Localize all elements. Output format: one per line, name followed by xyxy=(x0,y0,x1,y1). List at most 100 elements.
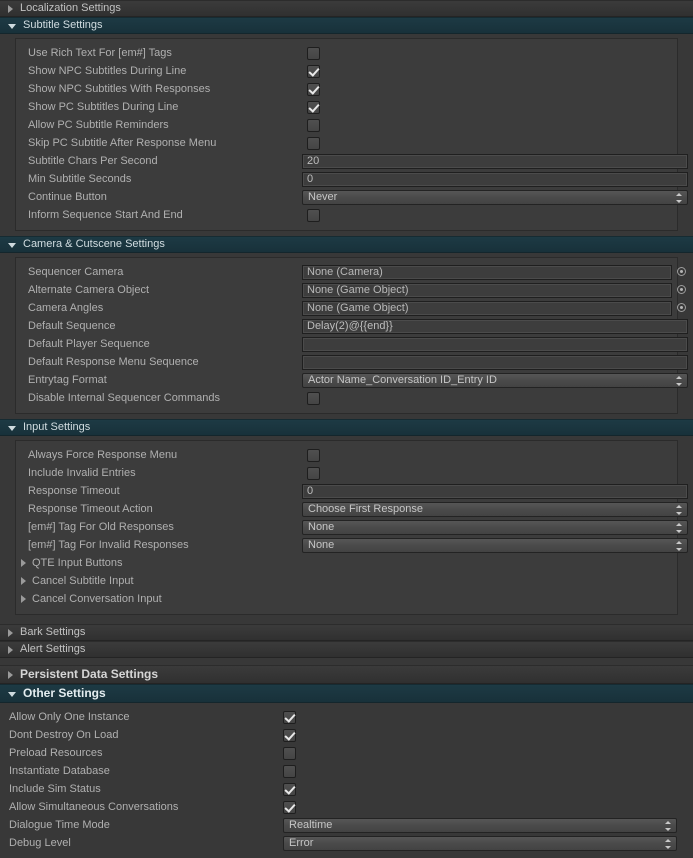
field-label: Include Invalid Entries xyxy=(28,467,136,479)
checkbox[interactable] xyxy=(307,46,320,60)
field-row: QTE Input Buttons xyxy=(16,554,677,572)
section-header-persistent[interactable]: Persistent Data Settings xyxy=(0,665,693,684)
checkbox[interactable] xyxy=(307,64,320,78)
checkbox[interactable] xyxy=(283,746,296,760)
field-label: Response Timeout Action xyxy=(28,503,153,515)
object-picker-icon[interactable] xyxy=(676,266,689,279)
chevron-down-icon xyxy=(8,243,16,248)
field-label: Inform Sequence Start And End xyxy=(28,209,183,221)
field-label: Min Subtitle Seconds xyxy=(28,173,132,185)
field-label: Use Rich Text For [em#] Tags xyxy=(28,47,172,59)
field-label: [em#] Tag For Invalid Responses xyxy=(28,539,189,551)
field-row: Default Sequence Delay(2)@{{end}} xyxy=(16,317,688,335)
dropdown[interactable]: Realtime xyxy=(283,817,677,833)
section-title: Alert Settings xyxy=(20,643,86,655)
section-body-subtitle: Use Rich Text For [em#] Tags Show NPC Sub… xyxy=(15,38,688,231)
field-label: Preload Resources xyxy=(9,747,103,759)
checkbox[interactable] xyxy=(307,118,320,132)
foldout-label: QTE Input Buttons xyxy=(32,557,123,569)
section-header-alert[interactable]: Alert Settings xyxy=(0,641,693,658)
checkbox[interactable] xyxy=(307,82,320,96)
field-label: Instantiate Database xyxy=(9,765,110,777)
dropdown[interactable]: None xyxy=(302,537,688,553)
dropdown[interactable]: Actor Name_Conversation ID_Entry ID xyxy=(302,372,688,388)
inspector-panel: Localization Settings Subtitle Settings Us… xyxy=(0,0,693,858)
section-header-other[interactable]: Other Settings xyxy=(0,684,693,703)
section-header-subtitle[interactable]: Subtitle Settings xyxy=(0,17,693,34)
dropdown[interactable]: None xyxy=(302,519,688,535)
dropdown[interactable]: Choose First Response xyxy=(302,501,688,517)
checkbox[interactable] xyxy=(283,782,296,796)
checkbox[interactable] xyxy=(307,100,320,114)
checkbox[interactable] xyxy=(283,710,296,724)
field-row: Inform Sequence Start And End xyxy=(16,206,677,224)
checkbox[interactable] xyxy=(283,800,296,814)
field-row: Show NPC Subtitles During Line xyxy=(16,62,677,80)
checkbox[interactable] xyxy=(307,208,320,222)
checkbox[interactable] xyxy=(307,466,320,480)
field-row: Dialogue Time Mode Realtime xyxy=(0,816,693,834)
updown-arrows-icon xyxy=(675,375,682,386)
chevron-right-icon xyxy=(21,559,26,567)
text-input[interactable]: Delay(2)@{{end}} xyxy=(302,318,688,334)
section-title: Camera & Cutscene Settings xyxy=(23,238,165,250)
field-label: Skip PC Subtitle After Response Menu xyxy=(28,137,217,149)
foldout-cancel-subtitle-input[interactable]: Cancel Subtitle Input xyxy=(16,575,134,587)
chevron-right-icon xyxy=(8,628,13,637)
chevron-right-icon xyxy=(21,595,26,603)
section-header-bark[interactable]: Bark Settings xyxy=(0,624,693,641)
object-field[interactable]: None (Camera) xyxy=(302,264,672,280)
field-row: Disable Internal Sequencer Commands xyxy=(16,389,677,407)
object-field[interactable]: None (Game Object) xyxy=(302,300,672,316)
field-label: Entrytag Format xyxy=(28,374,107,386)
text-input[interactable]: 0 xyxy=(302,171,688,187)
chevron-down-icon xyxy=(8,692,16,697)
dropdown-value: Error xyxy=(289,836,314,849)
field-row: Entrytag Format Actor Name_Conversation I… xyxy=(16,371,688,389)
field-label: Sequencer Camera xyxy=(28,266,124,278)
field-label: Default Response Menu Sequence xyxy=(28,356,199,368)
field-row: Dont Destroy On Load xyxy=(0,726,693,744)
checkbox[interactable] xyxy=(307,136,320,150)
section-header-localization[interactable]: Localization Settings xyxy=(0,0,693,17)
field-label: Debug Level xyxy=(9,837,71,849)
field-row: Alternate Camera Object None (Game Object… xyxy=(16,281,686,299)
field-label: Dialogue Time Mode xyxy=(9,819,110,831)
section-header-input[interactable]: Input Settings xyxy=(0,419,693,436)
field-row: Cancel Conversation Input xyxy=(16,590,677,608)
field-row: Include Sim Status xyxy=(0,780,693,798)
checkbox[interactable] xyxy=(283,728,296,742)
field-row: Always Force Response Menu xyxy=(16,446,677,464)
checkbox[interactable] xyxy=(307,391,320,405)
field-label: Subtitle Chars Per Second xyxy=(28,155,158,167)
foldout-label: Cancel Conversation Input xyxy=(32,593,162,605)
updown-arrows-icon xyxy=(675,504,682,515)
field-row: Continue Button Never xyxy=(16,188,688,206)
field-row: Response Timeout Action Choose First Resp… xyxy=(16,500,688,518)
field-row: Instantiate Database xyxy=(0,762,693,780)
dropdown[interactable]: Never xyxy=(302,189,688,205)
dropdown-value: Never xyxy=(308,190,338,203)
dropdown[interactable]: Error xyxy=(283,835,677,851)
foldout-cancel-conversation-input[interactable]: Cancel Conversation Input xyxy=(16,593,162,605)
foldout-label: Cancel Subtitle Input xyxy=(32,575,134,587)
updown-arrows-icon xyxy=(675,192,682,203)
checkbox[interactable] xyxy=(307,448,320,462)
section-body-camera: Sequencer Camera None (Camera) Alternate C… xyxy=(15,257,688,414)
field-row: [em#] Tag For Invalid Responses None xyxy=(16,536,688,554)
dropdown-value: None xyxy=(308,520,335,533)
foldout-qte-input-buttons[interactable]: QTE Input Buttons xyxy=(16,557,123,569)
section-body-input: Always Force Response Menu Include Invali… xyxy=(15,440,688,615)
object-field[interactable]: None (Game Object) xyxy=(302,282,672,298)
object-picker-icon[interactable] xyxy=(676,284,689,297)
section-header-camera[interactable]: Camera & Cutscene Settings xyxy=(0,236,693,253)
field-label: Include Sim Status xyxy=(9,783,101,795)
checkbox[interactable] xyxy=(283,764,296,778)
field-label: [em#] Tag For Old Responses xyxy=(28,521,174,533)
text-input[interactable] xyxy=(302,354,688,370)
text-input[interactable] xyxy=(302,336,688,352)
field-row: Include Invalid Entries xyxy=(16,464,677,482)
text-input[interactable]: 20 xyxy=(302,153,688,169)
object-picker-icon[interactable] xyxy=(676,302,689,315)
text-input[interactable]: 0 xyxy=(302,483,688,499)
